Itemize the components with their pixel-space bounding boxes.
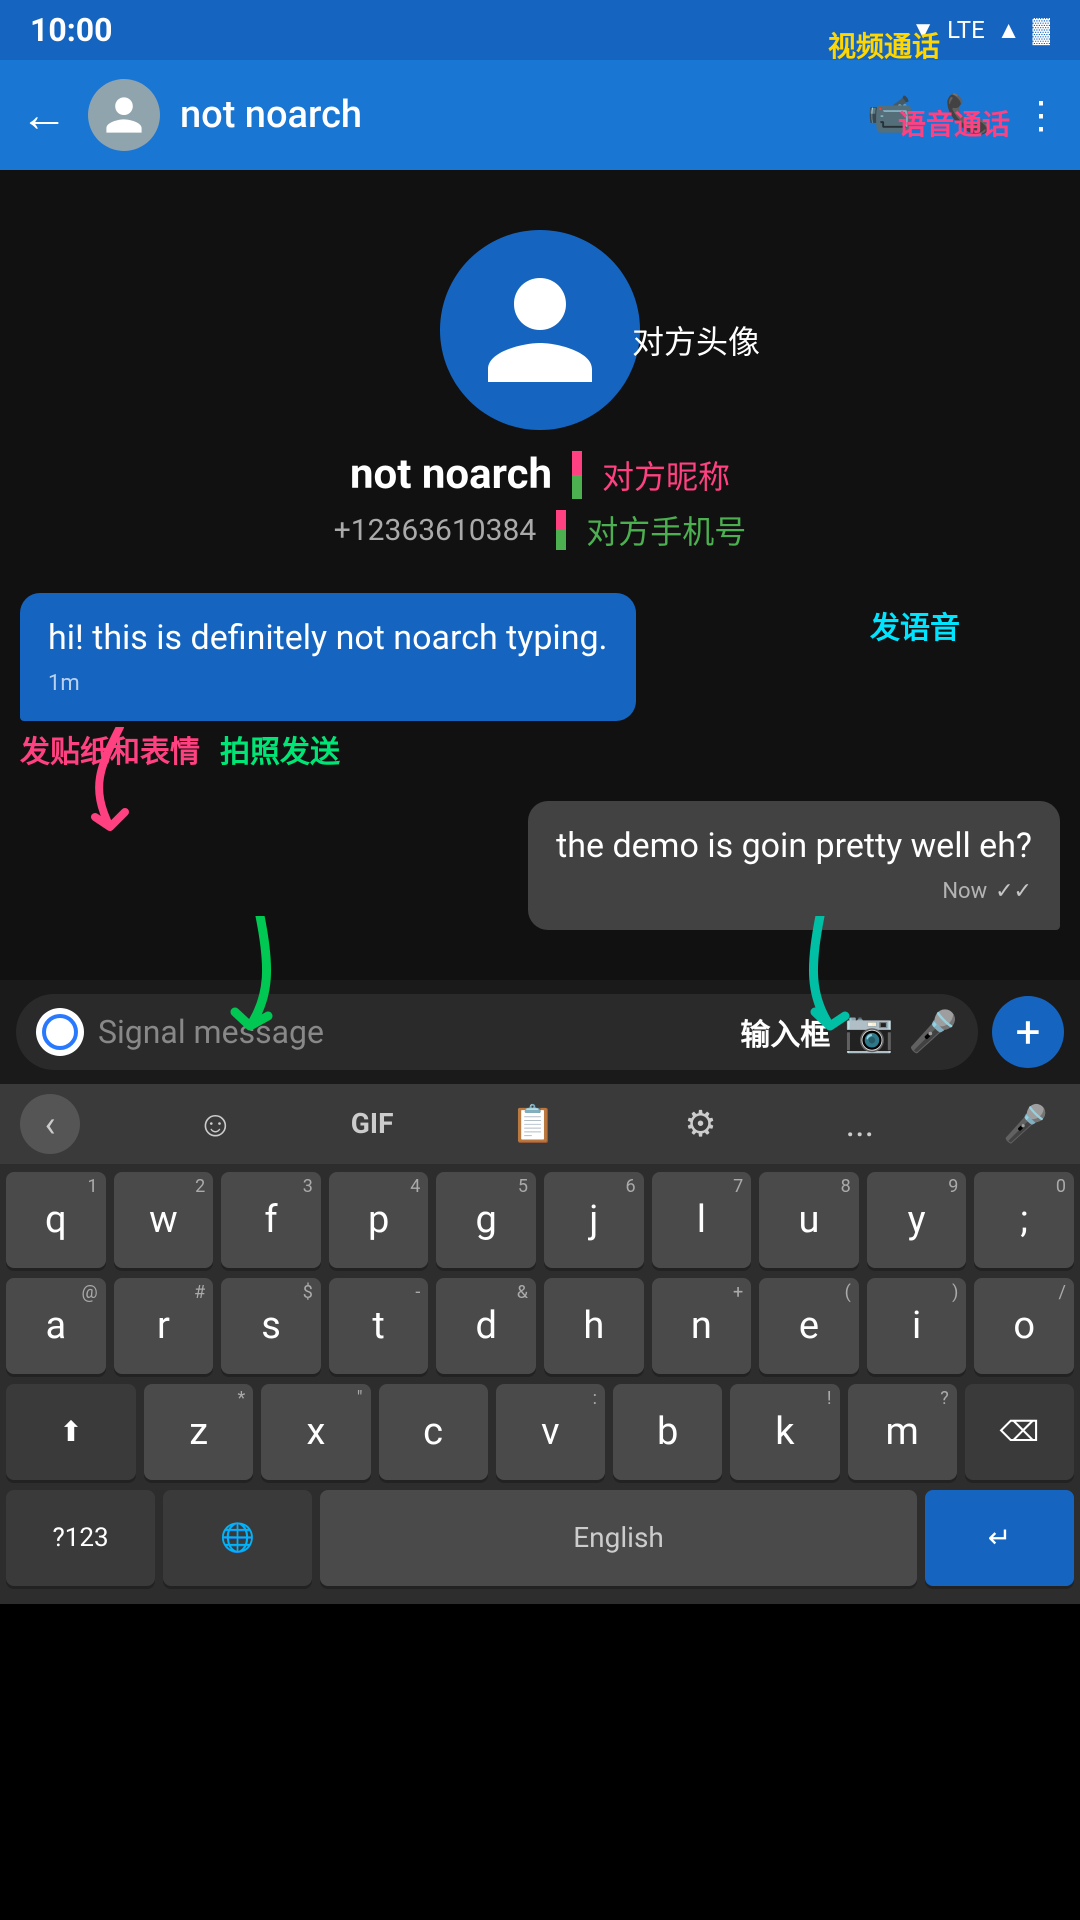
message-received: hi! this is definitely not noarch typing… [20,593,1060,721]
key-k[interactable]: !k [730,1384,839,1480]
key-t[interactable]: -t [329,1278,429,1374]
key-h[interactable]: h [544,1278,644,1374]
sent-text: the demo is goin pretty well eh? [556,826,1032,866]
bubble-sent: the demo is goin pretty well eh? Now ✓✓ [528,801,1060,929]
key-v[interactable]: :v [496,1384,605,1480]
photo-annotation: 拍照发送 [220,727,340,771]
chat-area: 对方头像 not noarch 对方昵称 +12363610384 对方手机号 … [0,170,1080,980]
signal-logo [36,1008,84,1056]
signal-icon: ▲ [997,16,1021,45]
more-toolbar-button[interactable]: ... [834,1095,886,1153]
key-semicolon[interactable]: 0; [974,1172,1074,1268]
contact-name-header[interactable]: not noarch [180,93,847,137]
message-sent: the demo is goin pretty well eh? Now ✓✓ [20,801,1060,929]
enter-key[interactable]: ↵ [925,1490,1074,1586]
key-u[interactable]: 8u [759,1172,859,1268]
contact-info-section: 对方头像 not noarch 对方昵称 +12363610384 对方手机号 [334,210,747,583]
key-f[interactable]: 3f [221,1172,321,1268]
globe-key[interactable]: 🌐 [163,1490,312,1586]
key-c[interactable]: c [379,1384,488,1480]
key-y[interactable]: 9y [867,1172,967,1268]
keyboard: ‹ ☺ GIF 📋 ⚙ ... 🎤 1q 2w 3f 4p 5g 6j 7l 8… [0,1084,1080,1604]
phone-indicator [556,510,566,550]
add-attachment-button[interactable]: + [992,996,1064,1068]
video-call-label: 视频通话 [828,25,940,65]
keyboard-toolbar: ‹ ☺ GIF 📋 ⚙ ... 🎤 [0,1084,1080,1164]
keyboard-bottom-row: ?123 🌐 English ↵ [6,1490,1074,1586]
key-a[interactable]: @a [6,1278,106,1374]
shift-key[interactable]: ⬆ [6,1384,136,1480]
signal-logo-inner [42,1014,78,1050]
voice-call-label: 语音通话 [898,103,1010,143]
key-e[interactable]: (e [759,1278,859,1374]
key-d[interactable]: &d [436,1278,536,1374]
gif-toolbar-button[interactable]: GIF [351,1107,394,1140]
contact-phone-annotation: 对方手机号 [586,507,746,553]
contact-name-annotation: 对方昵称 [602,452,730,498]
key-q[interactable]: 1q [6,1172,106,1268]
back-button[interactable]: ← [20,91,68,139]
sent-meta: Now ✓✓ [556,877,1032,908]
clipboard-toolbar-button[interactable]: 📋 [498,1095,567,1153]
key-w[interactable]: 2w [114,1172,214,1268]
contact-phone-number: +12363610384 [334,513,537,548]
input-bar: Signal message 输入框 📷 🎤 + [0,980,1080,1084]
key-m[interactable]: ?m [848,1384,957,1480]
battery-icon: ▓ [1033,16,1051,45]
key-o[interactable]: /o [974,1278,1074,1374]
arrow-green-left [220,916,300,1050]
lte-label: LTE [947,16,985,44]
messages-area: hi! this is definitely not noarch typing… [0,583,1080,960]
arrow-green-right [780,916,860,1050]
contact-avatar-large [440,230,640,430]
name-indicator [572,451,582,499]
key-x[interactable]: "x [261,1384,370,1480]
symbol-key[interactable]: ?123 [6,1490,155,1586]
mic-toolbar-button[interactable]: 🎤 [991,1095,1060,1153]
key-z[interactable]: *z [144,1384,253,1480]
person-icon [102,93,146,137]
annotations-row: 发贴纸和表情 拍照发送 [20,727,340,771]
sent-time: Now [942,877,987,908]
keyboard-row-2: @a #r $s -t &d h +n (e )i /o [6,1278,1074,1374]
key-s[interactable]: $s [221,1278,321,1374]
received-text: hi! this is definitely not noarch typing… [48,618,608,658]
keyboard-back-button[interactable]: ‹ [20,1094,80,1154]
header-actions: 视频通话 📹 📞 语音通话 ⋮ [867,93,1060,138]
input-placeholder: Signal message [98,1013,726,1051]
header-avatar [88,79,160,151]
key-g[interactable]: 5g [436,1172,536,1268]
double-check-icon: ✓✓ [995,877,1032,908]
settings-toolbar-button[interactable]: ⚙ [672,1095,728,1153]
person-large-icon [475,265,605,395]
key-n[interactable]: +n [652,1278,752,1374]
avatar-annotation: 对方头像 [632,317,760,363]
key-r[interactable]: #r [114,1278,214,1374]
status-time: 10:00 [30,11,112,49]
backspace-key[interactable]: ⌫ [965,1384,1074,1480]
key-l[interactable]: 7l [652,1172,752,1268]
received-time: 1m [48,669,608,700]
key-b[interactable]: b [613,1384,722,1480]
app-header: ← not noarch 视频通话 📹 📞 语音通话 ⋮ [0,60,1080,170]
mic-button[interactable]: 🎤 [908,1008,958,1055]
key-j[interactable]: 6j [544,1172,644,1268]
key-p[interactable]: 4p [329,1172,429,1268]
voice-annotation: 发语音 [870,603,960,647]
emoji-toolbar-button[interactable]: ☺ [185,1095,246,1153]
bubble-received: hi! this is definitely not noarch typing… [20,593,636,721]
keyboard-row-1: 1q 2w 3f 4p 5g 6j 7l 8u 9y 0; [6,1172,1074,1268]
space-key[interactable]: English [320,1490,917,1586]
key-i[interactable]: )i [867,1278,967,1374]
keyboard-rows: 1q 2w 3f 4p 5g 6j 7l 8u 9y 0; @a #r $s -… [0,1164,1080,1604]
contact-full-name: not noarch [350,450,552,499]
keyboard-row-3: ⬆ *z "x c :v b !k ?m ⌫ [6,1384,1074,1480]
more-options-button[interactable]: ⋮ [1022,93,1060,138]
